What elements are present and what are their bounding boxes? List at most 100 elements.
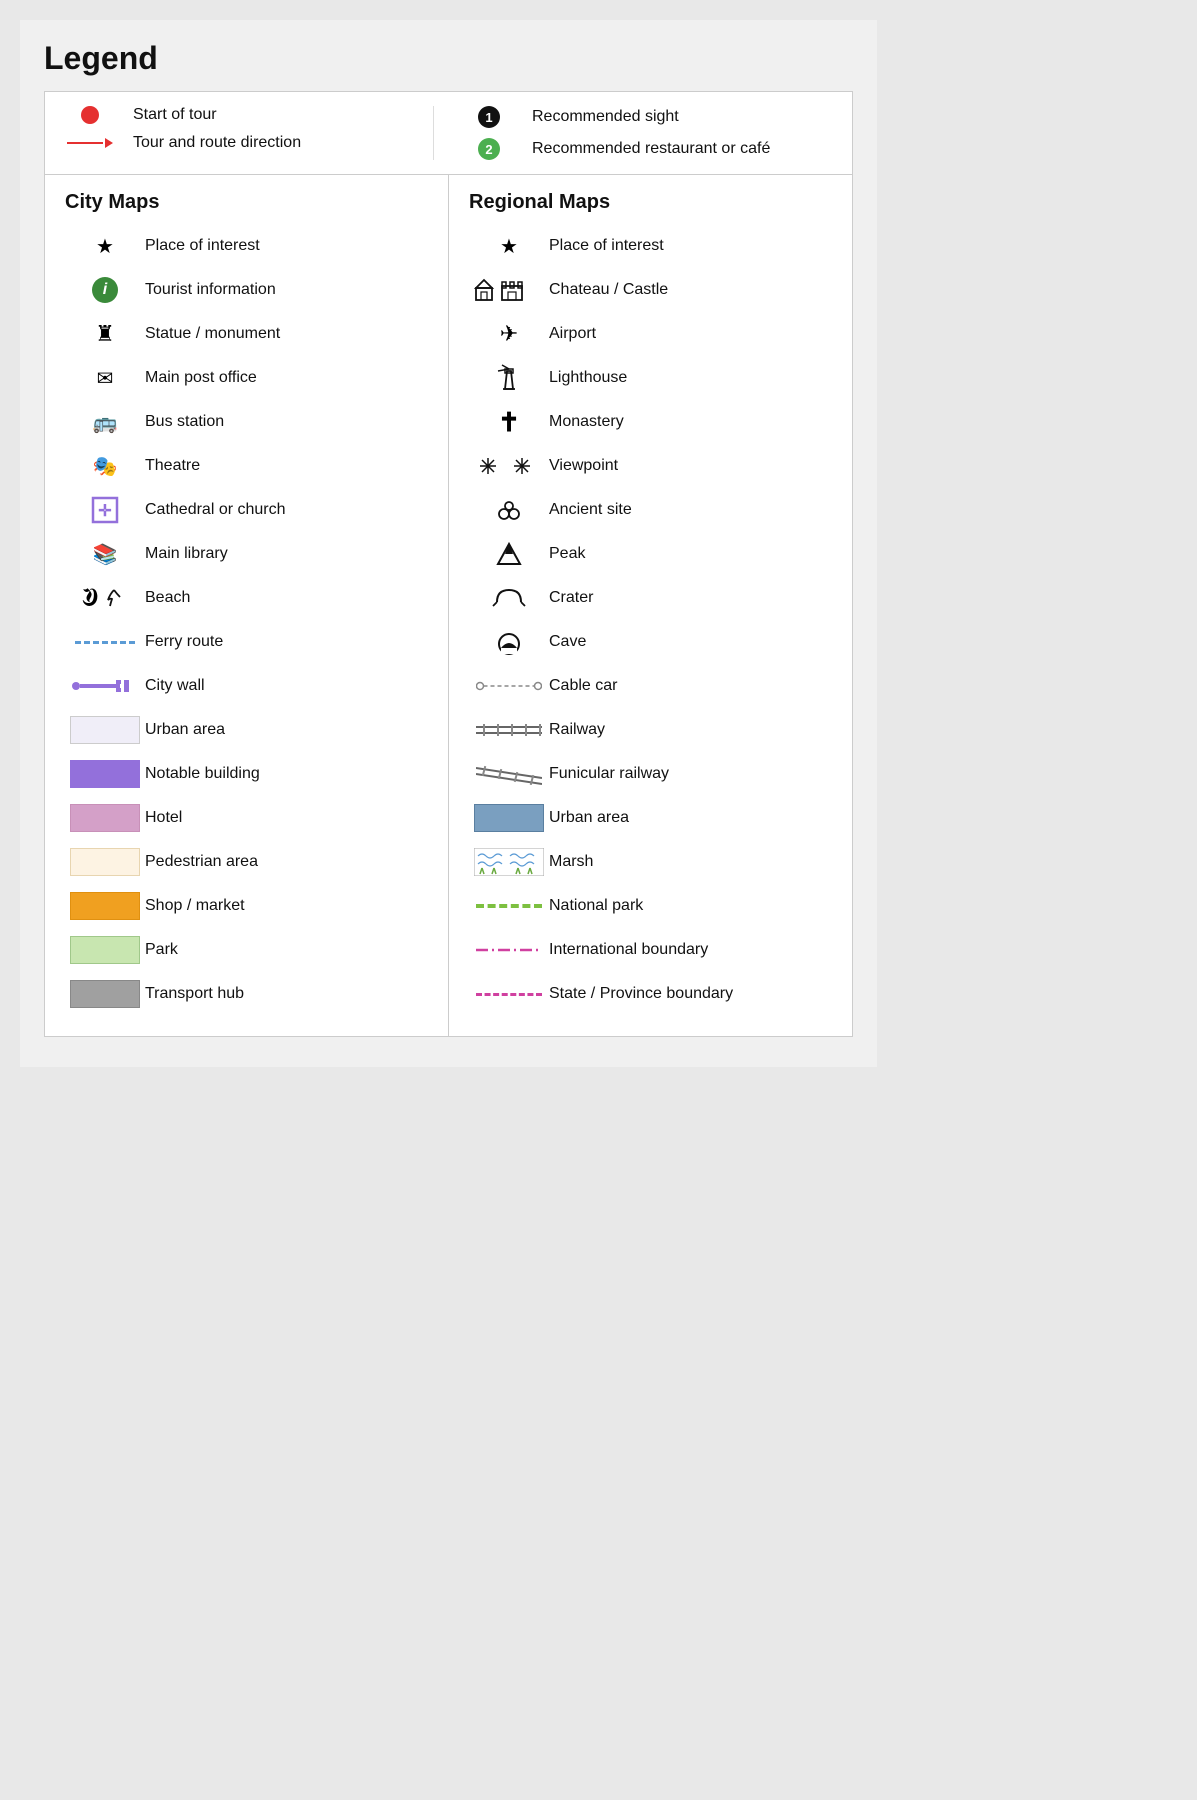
list-item: State / Province boundary bbox=[469, 972, 832, 1016]
place-of-interest-label: Place of interest bbox=[145, 236, 260, 257]
list-item: i Tourist information bbox=[65, 268, 428, 312]
regional-star-icon: ★ bbox=[469, 234, 549, 259]
list-item: ♜ Statue / monument bbox=[65, 312, 428, 356]
list-item: Marsh bbox=[469, 840, 832, 884]
state-boundary-label: State / Province boundary bbox=[549, 984, 733, 1005]
cable-car-label: Cable car bbox=[549, 676, 617, 697]
hotel-label: Hotel bbox=[145, 808, 182, 829]
urban-area-icon bbox=[65, 716, 145, 744]
red-arrow-icon bbox=[65, 138, 115, 148]
envelope-icon: ✉ bbox=[65, 366, 145, 391]
shop-market-label: Shop / market bbox=[145, 896, 245, 917]
page-title: Legend bbox=[44, 40, 853, 77]
green-circle-2-icon: 2 bbox=[464, 138, 514, 160]
city-wall-icon bbox=[65, 677, 145, 695]
list-item: Ferry route bbox=[65, 620, 428, 664]
intl-boundary-icon bbox=[469, 945, 549, 955]
hotel-icon bbox=[65, 804, 145, 832]
ferry-route-label: Ferry route bbox=[145, 632, 223, 653]
statue-icon: ♜ bbox=[65, 321, 145, 347]
regional-place-label: Place of interest bbox=[549, 236, 664, 257]
viewpoint-icon bbox=[469, 452, 549, 480]
national-park-icon bbox=[469, 904, 549, 908]
svg-text:✛: ✛ bbox=[98, 503, 111, 520]
shop-market-icon bbox=[65, 892, 145, 920]
list-item: 📚 Main library bbox=[65, 532, 428, 576]
cave-label: Cave bbox=[549, 632, 586, 653]
list-item: Chateau / Castle bbox=[469, 268, 832, 312]
list-item: Railway bbox=[469, 708, 832, 752]
list-item: ✝ Monastery bbox=[469, 400, 832, 444]
peak-label: Peak bbox=[549, 544, 585, 565]
transport-hub-label: Transport hub bbox=[145, 984, 244, 1005]
statue-label: Statue / monument bbox=[145, 324, 280, 345]
list-item: Urban area bbox=[469, 796, 832, 840]
tourist-info-label: Tourist information bbox=[145, 280, 276, 301]
list-item: Hotel bbox=[65, 796, 428, 840]
list-item: Notable building bbox=[65, 752, 428, 796]
list-item: Shop / market bbox=[65, 884, 428, 928]
church-icon: &#✝; ✛ bbox=[65, 496, 145, 524]
chateau-castle-label: Chateau / Castle bbox=[549, 280, 668, 301]
monastery-icon: ✝ bbox=[469, 407, 549, 438]
bus-icon: 🚌 bbox=[65, 410, 145, 435]
list-item: 𝕮 Beach bbox=[65, 576, 428, 620]
list-item: Lighthouse bbox=[469, 356, 832, 400]
list-item: Park bbox=[65, 928, 428, 972]
regional-urban-icon bbox=[469, 804, 549, 832]
header-left: Start of tour Tour and route direction bbox=[65, 106, 433, 160]
beach-icon: 𝕮 bbox=[65, 582, 145, 614]
transport-hub-icon bbox=[65, 980, 145, 1008]
library-icon: 📚 bbox=[65, 542, 145, 567]
ancient-site-icon bbox=[469, 496, 549, 524]
list-item: National park bbox=[469, 884, 832, 928]
theatre-icon: 🎭 bbox=[65, 454, 145, 479]
crater-icon bbox=[469, 584, 549, 612]
ferry-route-icon bbox=[65, 641, 145, 644]
list-item: Transport hub bbox=[65, 972, 428, 1016]
list-item: City wall bbox=[65, 664, 428, 708]
list-item: Crater bbox=[469, 576, 832, 620]
park-icon bbox=[65, 936, 145, 964]
lighthouse-icon bbox=[469, 363, 549, 393]
national-park-label: National park bbox=[549, 896, 643, 917]
list-item: ★ Place of interest bbox=[65, 224, 428, 268]
list-item: Ancient site bbox=[469, 488, 832, 532]
black-circle-1-icon: 1 bbox=[464, 106, 514, 128]
city-maps-column: City Maps ★ Place of interest i Tourist … bbox=[45, 175, 449, 1036]
list-item: 🚌 Bus station bbox=[65, 400, 428, 444]
marsh-label: Marsh bbox=[549, 852, 593, 873]
marsh-icon bbox=[469, 848, 549, 876]
recommended-sight-label: Recommended sight bbox=[532, 108, 679, 126]
list-item: Cable car bbox=[469, 664, 832, 708]
tourist-info-icon: i bbox=[65, 277, 145, 303]
cave-icon bbox=[469, 628, 549, 656]
list-item: Pedestrian area bbox=[65, 840, 428, 884]
city-wall-label: City wall bbox=[145, 676, 205, 697]
post-office-label: Main post office bbox=[145, 368, 257, 389]
railway-label: Railway bbox=[549, 720, 605, 741]
pedestrian-icon bbox=[65, 848, 145, 876]
list-item: International boundary bbox=[469, 928, 832, 972]
intl-boundary-label: International boundary bbox=[549, 940, 708, 961]
list-item: Cave bbox=[469, 620, 832, 664]
list-item: Peak bbox=[469, 532, 832, 576]
viewpoint-label: Viewpoint bbox=[549, 456, 618, 477]
bus-station-label: Bus station bbox=[145, 412, 224, 433]
start-of-tour-item: Start of tour bbox=[65, 106, 433, 124]
park-label: Park bbox=[145, 940, 178, 961]
cathedral-label: Cathedral or church bbox=[145, 500, 286, 521]
state-boundary-icon bbox=[469, 993, 549, 996]
notable-building-icon bbox=[65, 760, 145, 788]
funicular-icon bbox=[469, 763, 549, 785]
beach-label: Beach bbox=[145, 588, 190, 609]
red-dot-icon bbox=[65, 106, 115, 124]
monastery-label: Monastery bbox=[549, 412, 624, 433]
list-item: 🎭 Theatre bbox=[65, 444, 428, 488]
list-item: ✉ Main post office bbox=[65, 356, 428, 400]
header-right: 1 Recommended sight 2 Recommended restau… bbox=[433, 106, 832, 160]
pedestrian-area-label: Pedestrian area bbox=[145, 852, 258, 873]
regional-maps-column: Regional Maps ★ Place of interest bbox=[449, 175, 852, 1036]
library-label: Main library bbox=[145, 544, 228, 565]
theatre-label: Theatre bbox=[145, 456, 200, 477]
